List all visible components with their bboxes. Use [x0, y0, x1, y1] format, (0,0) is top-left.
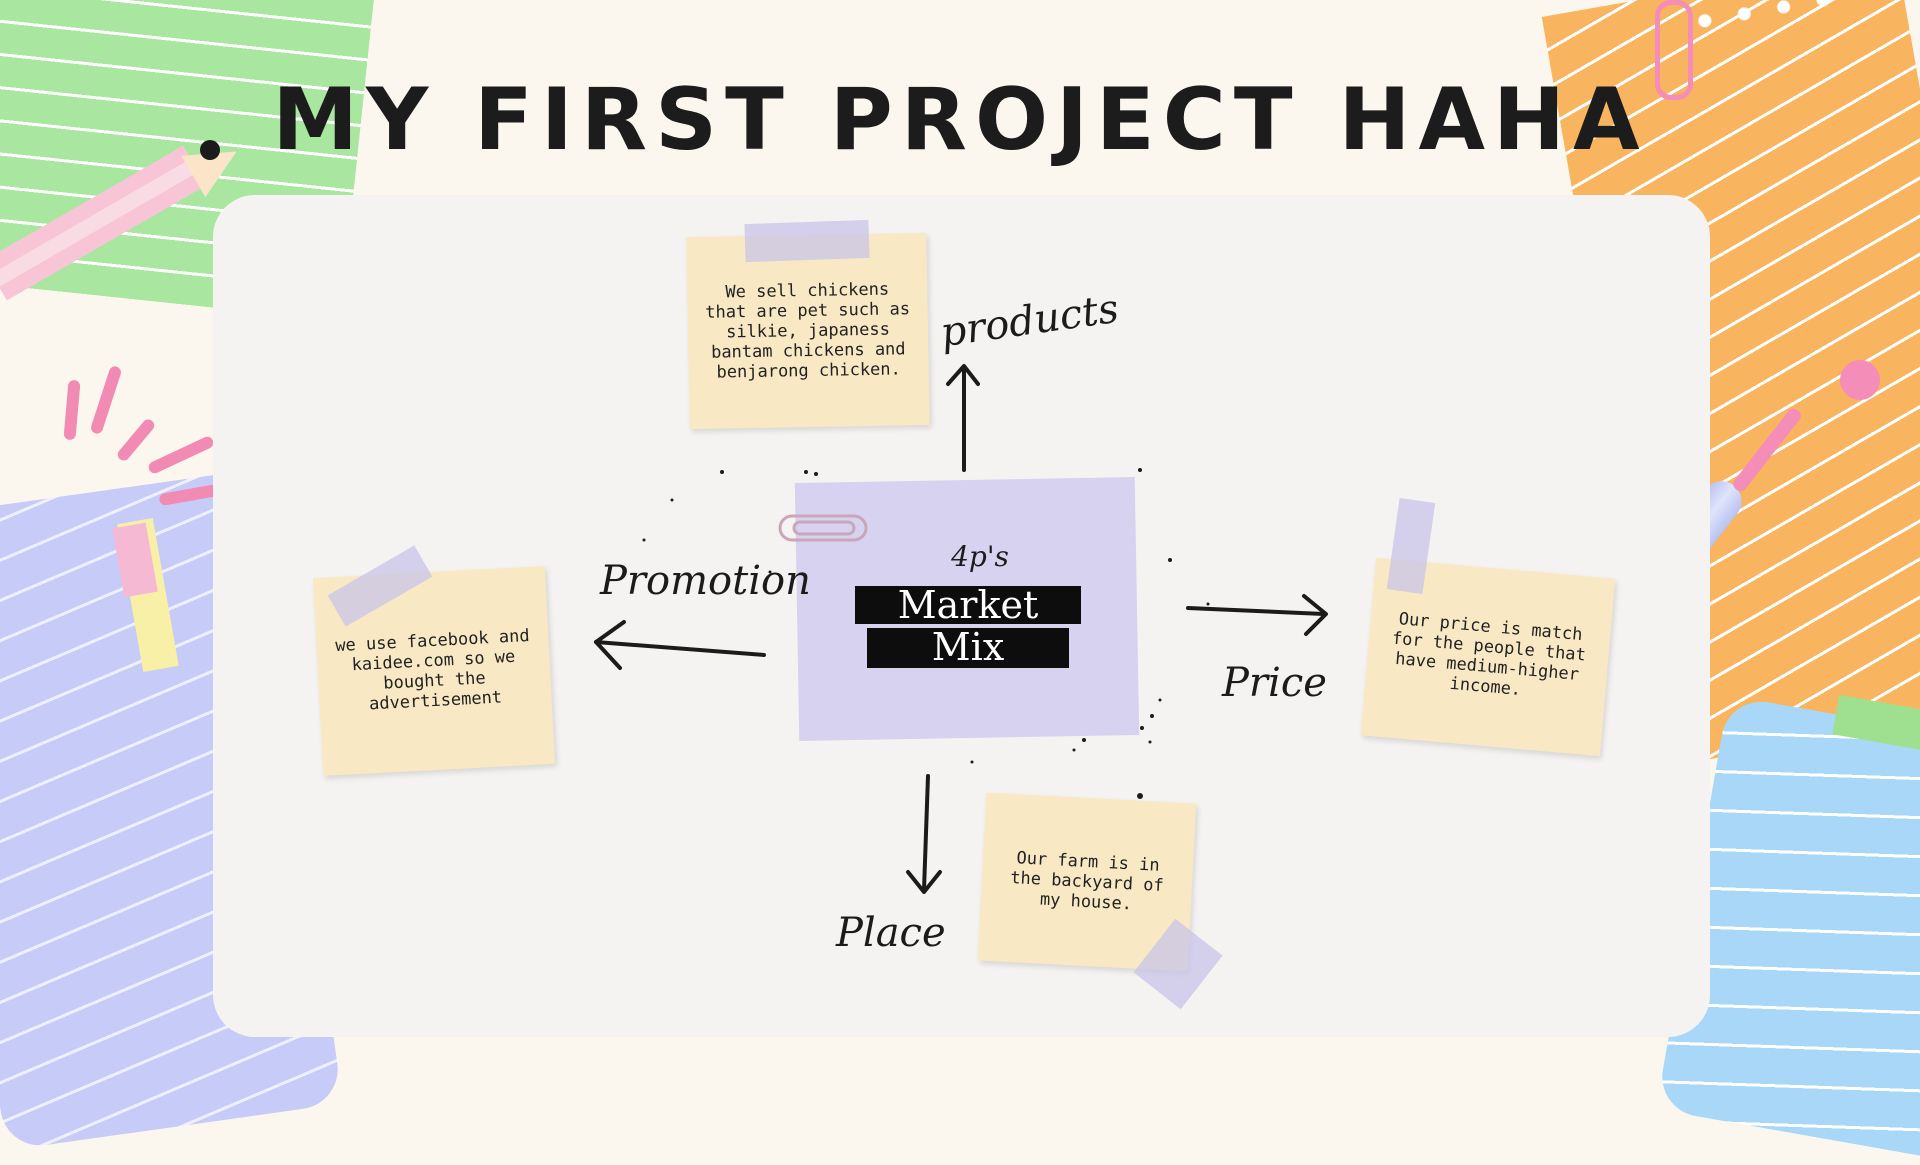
arrow-down-place: [922, 774, 930, 892]
arrow-left-promotion: [594, 640, 766, 657]
arrow-right-price: [1186, 606, 1326, 616]
arrows-layer: [594, 364, 1328, 894]
